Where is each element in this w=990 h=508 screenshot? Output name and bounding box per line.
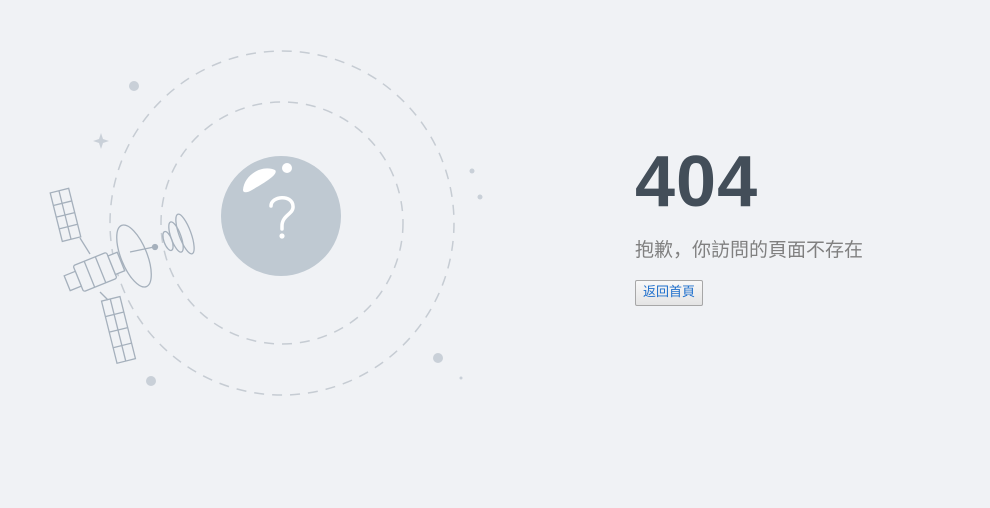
satellite-icon — [49, 187, 195, 365]
question-planet-icon — [221, 156, 341, 276]
error-message: 抱歉，你訪問的頁面不存在 — [635, 239, 864, 261]
not-found-page: 404 抱歉，你訪問的頁面不存在 返回首頁 — [0, 0, 990, 508]
satellite-illustration — [49, 50, 483, 396]
back-home-button[interactable]: 返回首頁 — [635, 280, 704, 306]
error-code: 404 — [635, 142, 759, 222]
error-info: 404 抱歉，你訪問的頁面不存在 返回首頁 — [635, 140, 975, 306]
